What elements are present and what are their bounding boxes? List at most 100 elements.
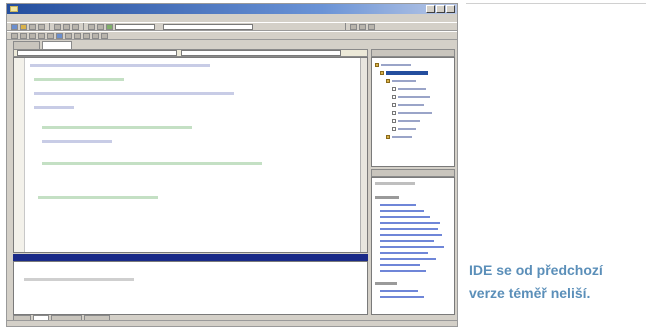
code-comment <box>42 162 262 165</box>
tab-start-page[interactable] <box>13 41 41 49</box>
tree-node[interactable] <box>386 134 412 140</box>
code-editor[interactable] <box>13 57 368 253</box>
solution-explorer-title <box>371 49 455 57</box>
file-icon <box>392 87 396 91</box>
tree-node[interactable] <box>386 78 416 84</box>
properties-button[interactable] <box>359 23 366 30</box>
file-icon <box>392 103 396 107</box>
figure-caption: IDE se od předchozí verze téměř neliší. <box>469 259 649 305</box>
caption-divider <box>466 3 646 4</box>
redo-button[interactable] <box>97 23 104 30</box>
solution-explorer-tree <box>371 57 455 167</box>
maximize-icon[interactable] <box>436 5 445 13</box>
folder-icon <box>386 135 390 139</box>
cut-button[interactable] <box>54 23 61 30</box>
help-link[interactable] <box>380 234 442 236</box>
ide-screenshot <box>6 3 458 327</box>
file-icon <box>392 127 396 131</box>
help-link[interactable] <box>380 228 438 230</box>
standard-toolbar <box>7 22 457 31</box>
help-link[interactable] <box>380 258 436 260</box>
toolbar-button[interactable] <box>101 32 108 39</box>
tree-node[interactable] <box>392 110 432 116</box>
tab-code-file[interactable] <box>42 41 73 49</box>
help-link[interactable] <box>380 270 426 272</box>
toolbar-button[interactable] <box>38 32 45 39</box>
code-comment <box>38 196 158 199</box>
tree-node[interactable] <box>392 118 420 124</box>
code-navigation-bar <box>13 49 368 57</box>
new-project-button[interactable] <box>11 23 18 30</box>
app-icon <box>10 6 18 12</box>
editor-scrollbar[interactable] <box>360 58 367 252</box>
toolbar-separator <box>345 23 346 30</box>
toolbar-button[interactable] <box>47 32 54 39</box>
member-dropdown[interactable] <box>181 50 341 56</box>
save-all-button[interactable] <box>38 23 45 30</box>
help-link[interactable] <box>380 252 428 254</box>
solution-explorer-button[interactable] <box>350 23 357 30</box>
code-comment <box>42 126 192 129</box>
code-line <box>42 140 112 143</box>
tree-node[interactable] <box>375 62 411 68</box>
text-editor-toolbar <box>7 31 457 40</box>
file-icon <box>392 111 396 115</box>
start-debug-button[interactable] <box>106 23 113 30</box>
output-pane-title <box>13 254 368 261</box>
help-link[interactable] <box>380 296 424 298</box>
help-link[interactable] <box>380 246 444 248</box>
toolbar-button[interactable] <box>20 32 27 39</box>
copy-button[interactable] <box>63 23 70 30</box>
tree-node[interactable] <box>392 102 424 108</box>
file-icon <box>392 95 396 99</box>
help-link[interactable] <box>380 204 416 206</box>
tree-node[interactable] <box>380 70 428 76</box>
window-controls <box>426 5 455 13</box>
toolbar-button[interactable] <box>56 32 63 39</box>
file-icon <box>392 119 396 123</box>
help-link[interactable] <box>380 290 418 292</box>
help-link[interactable] <box>380 240 434 242</box>
status-bar <box>7 320 457 326</box>
toolbar-button[interactable] <box>65 32 72 39</box>
document-tabs <box>13 41 368 49</box>
code-comment <box>34 78 124 81</box>
toolbar-separator <box>83 23 84 30</box>
code-line <box>34 106 74 109</box>
caption-line-1: IDE se od předchozí <box>469 262 603 278</box>
toolbar-button[interactable] <box>11 32 18 39</box>
toolbar-button[interactable] <box>92 32 99 39</box>
class-dropdown[interactable] <box>17 50 177 56</box>
tree-node[interactable] <box>392 94 430 100</box>
toolbar-button[interactable] <box>83 32 90 39</box>
help-link[interactable] <box>380 216 430 218</box>
save-button[interactable] <box>29 23 36 30</box>
help-link[interactable] <box>380 222 440 224</box>
paste-button[interactable] <box>72 23 79 30</box>
toolbar-separator <box>49 23 50 30</box>
toolbar-button[interactable] <box>74 32 81 39</box>
output-pane <box>13 261 368 315</box>
editor-gutter <box>14 58 25 252</box>
toolbar-button[interactable] <box>29 32 36 39</box>
help-section-heading <box>375 182 415 185</box>
caption-line-2: verze téměř neliší. <box>469 285 591 301</box>
code-line <box>34 92 234 95</box>
title-bar <box>7 4 457 14</box>
tree-node[interactable] <box>392 86 426 92</box>
configuration-combo[interactable] <box>115 23 155 30</box>
open-file-button[interactable] <box>20 23 27 30</box>
help-link[interactable] <box>380 264 420 266</box>
dynamic-help-pane <box>371 177 455 315</box>
code-line <box>30 64 210 67</box>
tree-node[interactable] <box>392 126 416 132</box>
find-combo[interactable] <box>163 23 253 30</box>
folder-icon <box>386 79 390 83</box>
minimize-icon[interactable] <box>426 5 435 13</box>
toolbox-button[interactable] <box>368 23 375 30</box>
undo-button[interactable] <box>88 23 95 30</box>
help-link[interactable] <box>380 210 424 212</box>
close-icon[interactable] <box>446 5 455 13</box>
help-section-heading <box>375 196 399 199</box>
folder-icon <box>375 63 379 67</box>
